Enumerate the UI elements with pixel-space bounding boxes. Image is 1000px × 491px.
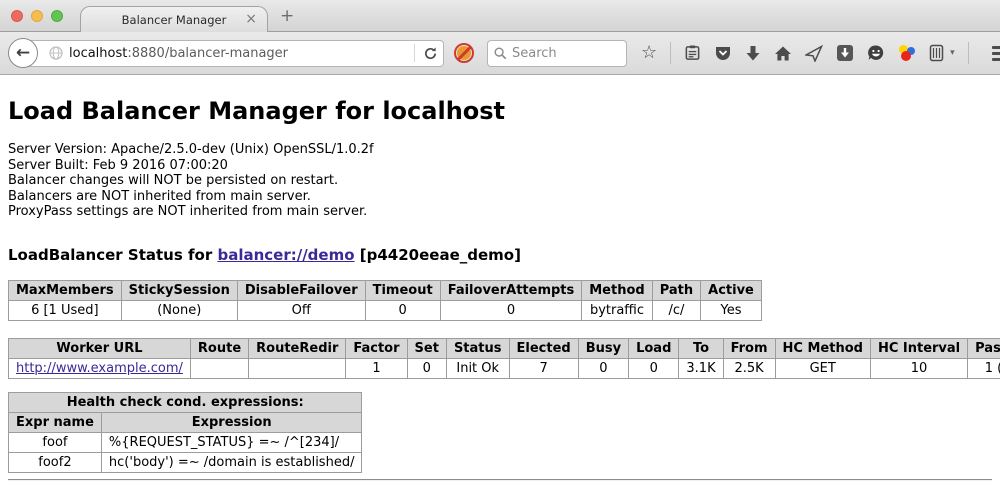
cabinet-panel-icon[interactable]	[929, 44, 944, 62]
table-header-row: Worker URL Route RouteRedir Factor Set S…	[9, 338, 1000, 358]
toolbar-separator	[670, 42, 671, 64]
search-icon	[494, 47, 507, 60]
notice-line: Balancers are NOT inherited from main se…	[8, 189, 992, 205]
balancer-settings-table: MaxMembers StickySession DisableFailover…	[8, 280, 762, 321]
tab-close-icon[interactable]: ×	[245, 11, 257, 27]
table-row: http://www.example.com/ 1 0 Init Ok 7 0 …	[9, 358, 1000, 378]
chevron-down-icon[interactable]: ▾	[950, 48, 955, 58]
url-path: :8880/balancer-manager	[127, 46, 288, 61]
table-row: foof2 hc('body') =~ /domain is establish…	[9, 452, 362, 472]
back-arrow-icon: ←	[16, 45, 30, 62]
menu-hamburger-icon[interactable]	[992, 46, 1000, 61]
balancer-demo-link[interactable]: balancer://demo	[217, 246, 354, 264]
server-version-line: Server Version: Apache/2.5.0-dev (Unix) …	[8, 142, 992, 158]
notice-line: ProxyPass settings are NOT inherited fro…	[8, 204, 992, 220]
send-plane-icon[interactable]	[805, 45, 823, 62]
table-caption-row: Health check cond. expressions:	[9, 392, 362, 412]
download-panel-icon[interactable]	[836, 44, 854, 62]
zoom-window-button[interactable]	[51, 10, 63, 22]
window-controls	[11, 10, 63, 22]
expr-value: hc('body') =~ /domain is established/	[101, 452, 362, 472]
minimize-window-button[interactable]	[31, 10, 43, 22]
health-check-table: Health check cond. expressions: Expr nam…	[8, 392, 362, 473]
home-icon[interactable]	[774, 45, 792, 62]
reload-button[interactable]	[417, 46, 443, 61]
worker-status-table: Worker URL Route RouteRedir Factor Set S…	[8, 338, 1000, 379]
loadbalancer-status-heading: LoadBalancer Status for balancer://demo …	[8, 246, 992, 264]
table-row: foof %{REQUEST_STATUS} =~ /^[234]/	[9, 432, 362, 452]
expr-value: %{REQUEST_STATUS} =~ /^[234]/	[101, 432, 362, 452]
urlbar-divider	[414, 44, 415, 62]
back-button[interactable]: ←	[8, 38, 38, 68]
url-domain: localhost	[69, 46, 127, 61]
table-header-row: Expr name Expression	[9, 412, 362, 432]
server-built-line: Server Built: Feb 9 2016 07:00:20	[8, 158, 992, 174]
table-header-row: MaxMembers StickySession DisableFailover…	[9, 280, 762, 300]
url-bar[interactable]: localhost:8880/balancer-manager	[24, 40, 444, 67]
flash-block-icon[interactable]	[453, 42, 475, 64]
server-info: Server Version: Apache/2.5.0-dev (Unix) …	[8, 142, 992, 220]
titlebar: Balancer Manager × +	[0, 0, 1000, 32]
close-window-button[interactable]	[11, 10, 23, 22]
url-text: localhost:8880/balancer-manager	[69, 46, 412, 61]
new-tab-button[interactable]: +	[280, 6, 294, 26]
colorful-dots-addon-icon[interactable]	[898, 44, 916, 62]
worker-url-link[interactable]: http://www.example.com/	[16, 361, 183, 376]
expr-name: foof	[9, 432, 102, 452]
tab-balancer-manager[interactable]: Balancer Manager ×	[80, 6, 268, 33]
globe-icon	[49, 46, 63, 60]
tab-title: Balancer Manager	[122, 13, 227, 27]
bottom-divider	[8, 479, 992, 481]
browser-window: Balancer Manager × + ← localhost:8880/ba…	[0, 0, 1000, 491]
bookmark-star-icon[interactable]: ☆	[641, 44, 657, 62]
reading-list-icon[interactable]	[684, 44, 701, 62]
page-title: Load Balancer Manager for localhost	[8, 75, 992, 125]
downloads-arrow-icon[interactable]	[745, 45, 761, 62]
toolbar-separator	[968, 42, 969, 64]
toolbar-icons: ☆	[641, 42, 1000, 64]
table-row: 6 [1 Used] (None) Off 0 0 bytraffic /c/ …	[9, 300, 762, 320]
page-content: Load Balancer Manager for localhost Serv…	[0, 75, 1000, 490]
feedback-smiley-icon[interactable]	[867, 44, 885, 62]
navigation-toolbar: ← localhost:8880/balancer-manager ☆	[0, 32, 1000, 75]
notice-line: Balancer changes will NOT be persisted o…	[8, 173, 992, 189]
expr-name: foof2	[9, 452, 102, 472]
pocket-icon[interactable]	[714, 45, 732, 62]
search-input[interactable]	[512, 46, 612, 61]
search-bar[interactable]	[487, 40, 627, 67]
